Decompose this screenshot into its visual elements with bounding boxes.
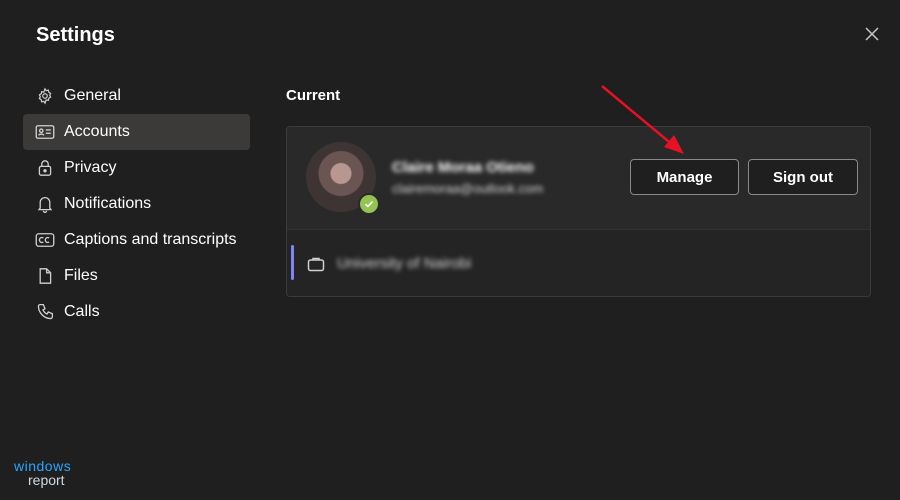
org-accent-bar — [291, 245, 294, 280]
sidebar-item-label: Files — [64, 267, 98, 284]
settings-nav: General Accounts Privacy Notifications C… — [23, 78, 250, 330]
sidebar-item-notifications[interactable]: Notifications — [23, 186, 250, 222]
sidebar-item-accounts[interactable]: Accounts — [23, 114, 250, 150]
sidebar-item-privacy[interactable]: Privacy — [23, 150, 250, 186]
sidebar-item-label: Privacy — [64, 159, 117, 176]
account-card: Claire Moraa Otieno clairemoraa@outlook.… — [286, 126, 871, 297]
logo-line-1: windows — [14, 458, 72, 474]
id-card-icon — [35, 122, 55, 142]
gear-icon — [35, 86, 55, 106]
sidebar-item-label: Accounts — [64, 123, 130, 140]
section-title-current: Current — [286, 87, 341, 104]
sidebar-item-files[interactable]: Files — [23, 258, 250, 294]
logo-line-2: report — [28, 472, 65, 488]
windows-report-logo: windows report — [14, 459, 94, 487]
sidebar-item-label: Notifications — [64, 195, 152, 212]
account-summary: Claire Moraa Otieno clairemoraa@outlook.… — [287, 127, 870, 229]
phone-icon — [35, 302, 55, 322]
account-email: clairemoraa@outlook.com — [392, 181, 544, 196]
organization-row[interactable]: University of Nairobi — [287, 229, 870, 296]
bell-icon — [35, 194, 55, 214]
briefcase-icon — [307, 257, 325, 272]
sidebar-item-label: General — [64, 87, 121, 104]
lock-icon — [35, 158, 55, 178]
cc-icon — [35, 230, 55, 250]
organization-name: University of Nairobi — [337, 255, 472, 272]
sidebar-item-label: Captions and transcripts — [64, 231, 237, 248]
file-icon — [35, 266, 55, 286]
presence-available-icon — [358, 193, 380, 215]
manage-button[interactable]: Manage — [630, 159, 739, 195]
close-icon[interactable] — [862, 24, 882, 44]
sidebar-item-calls[interactable]: Calls — [23, 294, 250, 330]
page-title: Settings — [36, 24, 115, 46]
account-name: Claire Moraa Otieno — [392, 159, 534, 176]
sidebar-item-captions[interactable]: Captions and transcripts — [23, 222, 250, 258]
sidebar-item-label: Calls — [64, 303, 100, 320]
sidebar-item-general[interactable]: General — [23, 78, 250, 114]
sign-out-button[interactable]: Sign out — [748, 159, 858, 195]
